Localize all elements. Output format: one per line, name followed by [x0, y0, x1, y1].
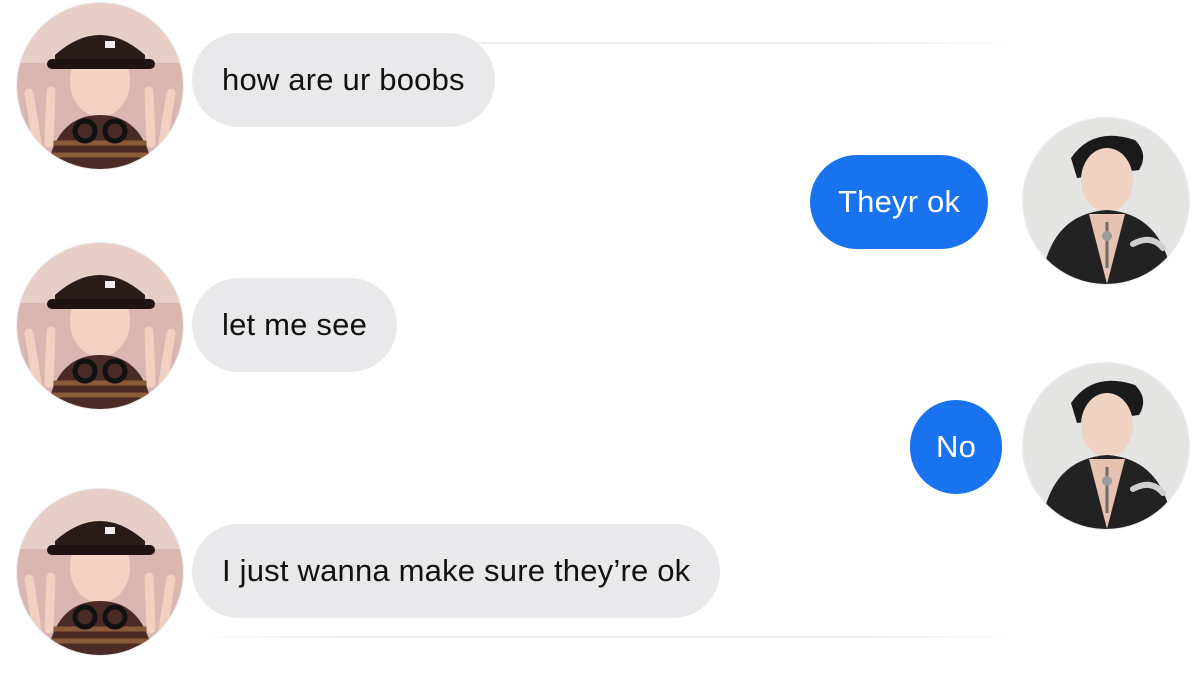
sender-avatar[interactable] — [17, 243, 183, 409]
recipient-avatar[interactable] — [1023, 118, 1189, 284]
message-text: how are ur boobs — [222, 62, 465, 97]
message-text: let me see — [222, 307, 368, 342]
message-thread: how are ur boobs Theyr ok let me see No … — [0, 0, 1200, 687]
message-text: Theyr ok — [838, 184, 961, 219]
avatar-photo-icon — [1023, 118, 1189, 284]
incoming-message-bubble[interactable]: let me see — [192, 278, 398, 372]
incoming-message-bubble[interactable]: I just wanna make sure they’re ok — [192, 524, 721, 618]
avatar-photo-icon — [17, 243, 183, 409]
sender-avatar[interactable] — [17, 3, 183, 169]
message-text: No — [936, 429, 977, 464]
avatar-photo-icon — [17, 489, 183, 655]
recipient-avatar[interactable] — [1023, 363, 1189, 529]
outgoing-message-bubble[interactable]: No — [910, 400, 1003, 494]
sender-avatar[interactable] — [17, 489, 183, 655]
outgoing-message-bubble[interactable]: Theyr ok — [810, 155, 989, 249]
avatar-photo-icon — [1023, 363, 1189, 529]
incoming-message-bubble[interactable]: how are ur boobs — [192, 33, 495, 127]
avatar-photo-icon — [17, 3, 183, 169]
message-text: I just wanna make sure they’re ok — [222, 553, 691, 588]
bottom-divider — [190, 636, 1020, 638]
